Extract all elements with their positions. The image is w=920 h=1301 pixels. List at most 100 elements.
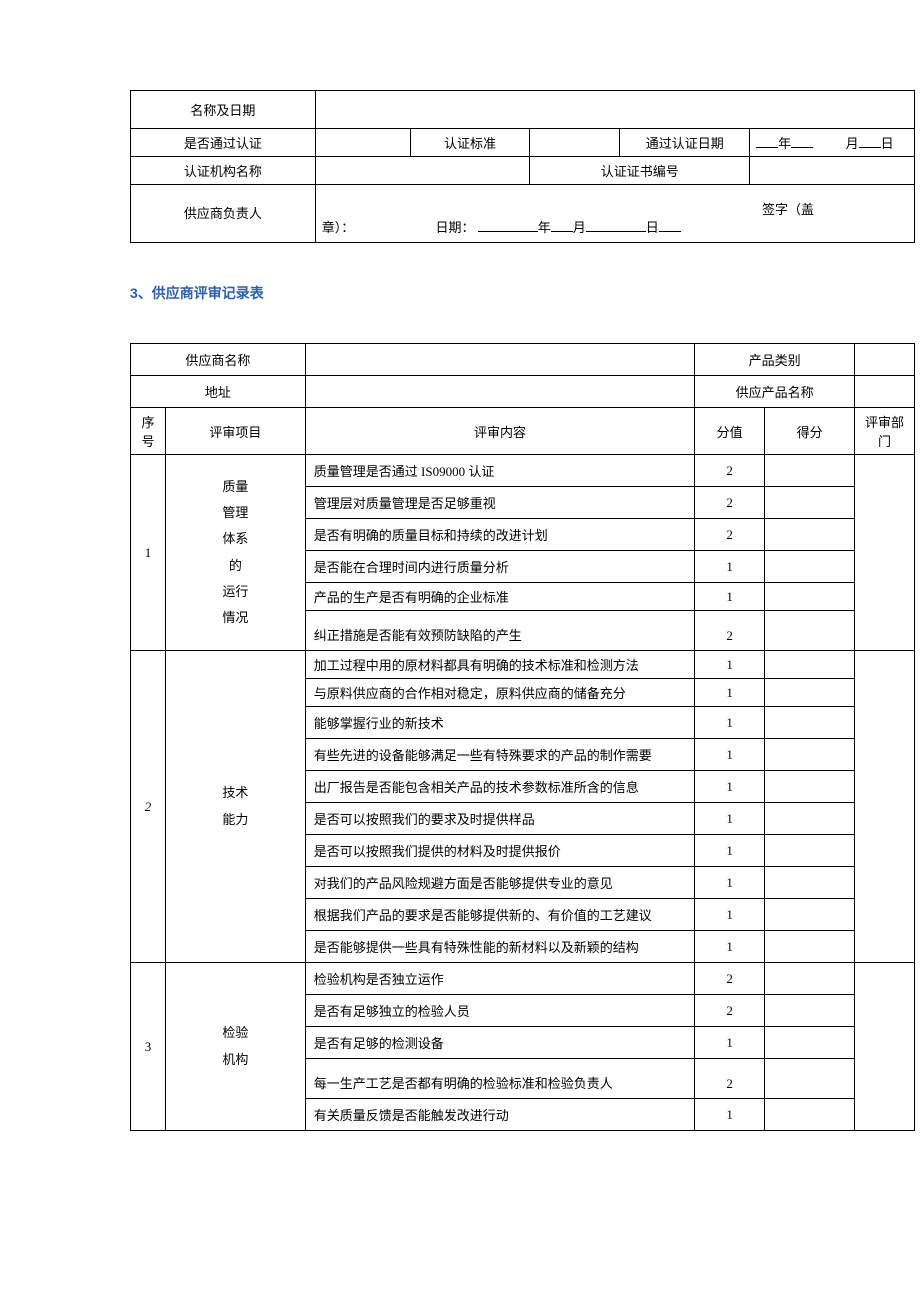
label-name-date: 名称及日期 bbox=[131, 91, 316, 129]
label-cert-std: 认证标准 bbox=[410, 129, 530, 157]
g3-r3-v: 2 bbox=[695, 1059, 765, 1099]
g1-r4-score[interactable] bbox=[765, 583, 855, 611]
section-number: 3 bbox=[130, 285, 138, 301]
g2-r5-c: 是否可以按照我们的要求及时提供样品 bbox=[305, 803, 694, 835]
field-supply-product[interactable] bbox=[855, 376, 915, 408]
g2-r6-v: 1 bbox=[695, 835, 765, 867]
col-review-item: 评审项目 bbox=[165, 408, 305, 455]
g2-r9-v: 1 bbox=[695, 931, 765, 963]
g2-r1-c: 与原料供应商的合作相对稳定，原料供应商的储备充分 bbox=[305, 679, 694, 707]
g3-r1-score[interactable] bbox=[765, 995, 855, 1027]
review-table: 供应商名称 产品类别 地址 供应产品名称 序号 评审项目 评审内容 分值 得分 … bbox=[130, 343, 915, 1131]
field-name-date[interactable] bbox=[315, 91, 914, 129]
g3-r0-c: 检验机构是否独立运作 bbox=[305, 963, 694, 995]
label-cert-pass: 是否通过认证 bbox=[131, 129, 316, 157]
g2-r3-score[interactable] bbox=[765, 739, 855, 771]
g1-r1-c: 管理层对质量管理是否足够重视 bbox=[305, 487, 694, 519]
col-score: 得分 bbox=[765, 408, 855, 455]
page: 名称及日期 是否通过认证 认证标准 通过认证日期 年 月日 认证机构名称 认证证… bbox=[0, 0, 920, 1171]
g3-r3-score[interactable] bbox=[765, 1059, 855, 1099]
g2-r5-score[interactable] bbox=[765, 803, 855, 835]
g1-r5-score[interactable] bbox=[765, 611, 855, 651]
signature-area[interactable]: 签字（盖 章）： 日期： 年月日 bbox=[315, 185, 914, 243]
g2-r9-score[interactable] bbox=[765, 931, 855, 963]
g3-r4-c: 有关质量反馈是否能触发改进行动 bbox=[305, 1099, 694, 1131]
field-supplier-name[interactable] bbox=[305, 344, 694, 376]
field-cert-date[interactable]: 年 月日 bbox=[750, 129, 915, 157]
g2-dept[interactable] bbox=[855, 651, 915, 963]
g2-r3-c: 有些先进的设备能够满足一些有特殊要求的产品的制作需要 bbox=[305, 739, 694, 771]
g2-r7-v: 1 bbox=[695, 867, 765, 899]
field-cert-no[interactable] bbox=[750, 157, 915, 185]
section-title-text: 、供应商评审记录表 bbox=[138, 285, 264, 301]
g1-r0-c: 质量管理是否通过 IS09000 认证 bbox=[305, 455, 694, 487]
label-supplier-mgr: 供应商负责人 bbox=[131, 185, 316, 243]
g2-r0-score[interactable] bbox=[765, 651, 855, 679]
g1-r2-c: 是否有明确的质量目标和持续的改进计划 bbox=[305, 519, 694, 551]
field-product-cat[interactable] bbox=[855, 344, 915, 376]
g2-r6-score[interactable] bbox=[765, 835, 855, 867]
g1-r2-score[interactable] bbox=[765, 519, 855, 551]
item-2: 技术 能力 bbox=[165, 651, 305, 963]
field-cert-std[interactable] bbox=[530, 129, 620, 157]
g2-r7-score[interactable] bbox=[765, 867, 855, 899]
g3-r2-c: 是否有足够的检测设备 bbox=[305, 1027, 694, 1059]
g3-dept[interactable] bbox=[855, 963, 915, 1131]
g1-r5-v: 2 bbox=[695, 611, 765, 651]
label-cert-org: 认证机构名称 bbox=[131, 157, 316, 185]
g2-r2-score[interactable] bbox=[765, 707, 855, 739]
g2-r0-c: 加工过程中用的原材料都具有明确的技术标准和检测方法 bbox=[305, 651, 694, 679]
label-cert-no: 认证证书编号 bbox=[530, 157, 750, 185]
g3-r4-v: 1 bbox=[695, 1099, 765, 1131]
field-cert-org[interactable] bbox=[315, 157, 530, 185]
col-seq: 序号 bbox=[131, 408, 166, 455]
g1-r0-v: 2 bbox=[695, 455, 765, 487]
label-cert-date: 通过认证日期 bbox=[620, 129, 750, 157]
seq-3: 3 bbox=[131, 963, 166, 1131]
g2-r8-score[interactable] bbox=[765, 899, 855, 931]
label-year: 年 bbox=[778, 136, 791, 151]
g3-r2-score[interactable] bbox=[765, 1027, 855, 1059]
g1-r5-c: 纠正措施是否能有效预防缺陷的产生 bbox=[305, 611, 694, 651]
g1-r3-v: 1 bbox=[695, 551, 765, 583]
field-cert-pass[interactable] bbox=[315, 129, 410, 157]
item-1: 质量 管理 体系 的 运行 情况 bbox=[165, 455, 305, 651]
g2-r4-v: 1 bbox=[695, 771, 765, 803]
g1-dept[interactable] bbox=[855, 455, 915, 651]
g1-r4-c: 产品的生产是否有明确的企业标准 bbox=[305, 583, 694, 611]
g2-r1-v: 1 bbox=[695, 679, 765, 707]
g1-r1-score[interactable] bbox=[765, 487, 855, 519]
seq-1: 1 bbox=[131, 455, 166, 651]
g2-r0-v: 1 bbox=[695, 651, 765, 679]
label-d: 日 bbox=[646, 220, 659, 235]
col-review-content: 评审内容 bbox=[305, 408, 694, 455]
label-sig-tail: 章）： bbox=[322, 220, 355, 235]
label-month: 月 bbox=[846, 136, 859, 151]
label-supplier-name: 供应商名称 bbox=[131, 344, 306, 376]
g2-r9-c: 是否能够提供一些具有特殊性能的新材料以及新颖的结构 bbox=[305, 931, 694, 963]
g3-r1-v: 2 bbox=[695, 995, 765, 1027]
g1-r0-score[interactable] bbox=[765, 455, 855, 487]
g3-r3-c: 每一生产工艺是否都有明确的检验标准和检验负责人 bbox=[305, 1059, 694, 1099]
g3-r4-score[interactable] bbox=[765, 1099, 855, 1131]
g2-r2-v: 1 bbox=[695, 707, 765, 739]
g1-r1-v: 2 bbox=[695, 487, 765, 519]
item-3: 检验 机构 bbox=[165, 963, 305, 1131]
g1-r2-v: 2 bbox=[695, 519, 765, 551]
g2-r2-c: 能够掌握行业的新技术 bbox=[305, 707, 694, 739]
label-signature: 签字（盖 bbox=[762, 199, 814, 218]
col-dept: 评审部门 bbox=[855, 408, 915, 455]
field-addr[interactable] bbox=[305, 376, 694, 408]
g2-r4-c: 出厂报告是否能包含相关产品的技术参数标准所含的信息 bbox=[305, 771, 694, 803]
seq-2: 2 bbox=[131, 651, 166, 963]
g2-r4-score[interactable] bbox=[765, 771, 855, 803]
g1-r3-score[interactable] bbox=[765, 551, 855, 583]
col-score-val: 分值 bbox=[695, 408, 765, 455]
section-title: 3、供应商评审记录表 bbox=[130, 283, 920, 303]
label-m: 月 bbox=[573, 220, 586, 235]
g3-r0-score[interactable] bbox=[765, 963, 855, 995]
g1-r3-c: 是否能在合理时间内进行质量分析 bbox=[305, 551, 694, 583]
g2-r1-score[interactable] bbox=[765, 679, 855, 707]
g3-r2-v: 1 bbox=[695, 1027, 765, 1059]
g2-r3-v: 1 bbox=[695, 739, 765, 771]
